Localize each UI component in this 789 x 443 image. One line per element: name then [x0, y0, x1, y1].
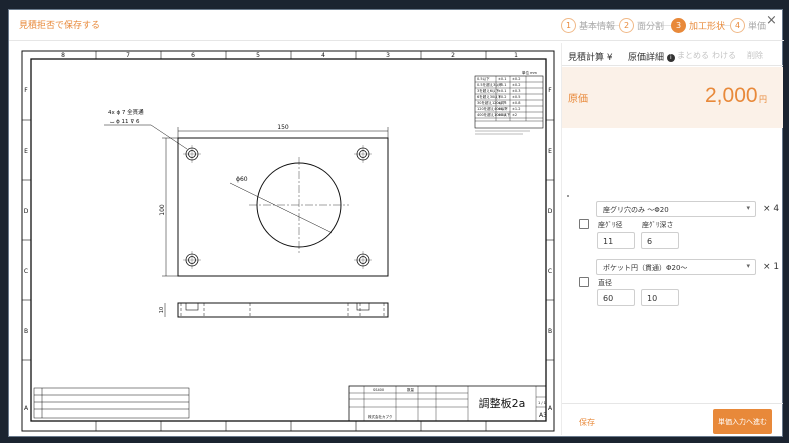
proceed-unit-price-button[interactable]: 単価入力へ進む: [713, 409, 772, 434]
svg-text:株式会社カブク: 株式会社カブク: [368, 414, 393, 419]
technical-drawing: 8 7 6 5 4 3 2 1 F E D C B A F E D C B A …: [18, 45, 559, 435]
tolerance-table: 単位 mm 0.5以下 ±0.1 ±0.2 0.5を超え3以下±0.1 ±0.2 3を…: [474, 70, 544, 135]
col-label: 6: [191, 52, 195, 59]
svg-text:±0.8: ±0.8: [512, 101, 521, 105]
col-label: 8: [61, 52, 65, 59]
svg-text:±0.3: ±0.3: [498, 101, 507, 105]
info-icon: i: [666, 54, 675, 62]
svg-text:0.5以下: 0.5以下: [477, 77, 490, 81]
shape-checkbox[interactable]: [579, 277, 589, 287]
depth-input[interactable]: 10: [641, 289, 679, 306]
chevron-down-icon: ▾: [746, 262, 750, 270]
svg-text:数量: 数量: [407, 387, 415, 392]
shape-multiplier: × 4: [763, 204, 780, 214]
estimate-panel: 見積計算 ¥ 原価詳細 i まとめる わける 削除 原価 2,000 円 座グリ…: [561, 43, 783, 435]
svg-text:±0.1: ±0.1: [498, 77, 507, 81]
svg-text:±2: ±2: [512, 113, 517, 117]
row-label: A: [24, 405, 29, 412]
col-label: 2: [451, 52, 455, 59]
svg-text:±0.2: ±0.2: [498, 95, 507, 99]
svg-text:A3: A3: [539, 412, 547, 419]
row-label: F: [548, 87, 552, 94]
close-icon[interactable]: ×: [766, 13, 777, 28]
cost-unit: 円: [759, 95, 767, 104]
save-as-rejected-link[interactable]: 見積拒否で保存する: [19, 18, 100, 31]
row-label: B: [548, 328, 552, 335]
row-label: D: [24, 208, 29, 215]
svg-text:±0.2: ±0.2: [512, 77, 521, 81]
part-title: 調整板2a: [479, 396, 526, 410]
estimate-modal: 見積拒否で保存する 1 基本情報 2 面分割 3 加工形状 4 単価 × 8 7…: [8, 9, 784, 437]
plate-side-view: 10: [159, 302, 389, 318]
save-button[interactable]: 保存: [579, 417, 595, 428]
cost-summary: 原価 2,000 円: [562, 67, 783, 128]
row-label: B: [24, 328, 28, 335]
panel-tabs: 見積計算 ¥ 原価詳細 i まとめる わける 削除: [562, 43, 783, 66]
svg-text:4x ϕ 7 全貫通: 4x ϕ 7 全貫通: [108, 108, 144, 116]
row-label: C: [24, 268, 28, 275]
panel-footer: 保存 単価入力へ進む: [562, 403, 783, 435]
marker-dot: [567, 195, 569, 197]
col-label: 5: [256, 52, 260, 59]
row-label: E: [24, 148, 28, 155]
svg-text:±0.5: ±0.5: [512, 95, 521, 99]
modal-header: 見積拒否で保存する 1 基本情報 2 面分割 3 加工形状 4 単価 ×: [9, 10, 784, 41]
svg-text:SS400: SS400: [373, 388, 384, 392]
shape-multiplier: × 1: [763, 262, 780, 272]
field-label-counterbore-depth: 座ｸﾞﾘ深さ: [642, 221, 674, 229]
field-label-counterbore-dia: 座ｸﾞﾘ径: [598, 221, 623, 229]
svg-text:±0.1: ±0.1: [498, 83, 507, 87]
hole-callout: 4x ϕ 7 全貫通 ⌴ ϕ 11 ⊽ 6: [104, 108, 188, 150]
svg-text:単位 mm: 単位 mm: [522, 70, 538, 75]
col-label: 1: [514, 52, 518, 59]
step-unit-price[interactable]: 4 単価: [730, 17, 766, 34]
row-label: C: [548, 268, 552, 275]
col-label: 7: [126, 52, 130, 59]
shape-checkbox[interactable]: [579, 219, 589, 229]
plate-top-view: 150 100 ϕ60: [159, 124, 389, 277]
shape-select-pocket[interactable]: ポケット円（貫通）Φ20～ ▾: [596, 259, 756, 275]
counterbore-dia-input[interactable]: 11: [597, 232, 635, 249]
cost-value: 2,000: [705, 84, 758, 107]
field-label-diameter: 直径: [598, 279, 612, 287]
delete-button[interactable]: 削除: [747, 50, 763, 61]
tab-estimate[interactable]: 見積計算 ¥: [568, 50, 613, 63]
row-label: D: [548, 208, 553, 215]
tab-cost-detail[interactable]: 原価詳細 i: [628, 50, 675, 63]
shape-select-counterbore[interactable]: 座グリ穴のみ ～Φ20 ▾: [596, 201, 756, 217]
col-label: 3: [386, 52, 390, 59]
svg-text:⌴ ϕ 11 ⊽ 6: ⌴ ϕ 11 ⊽ 6: [110, 119, 140, 125]
svg-text:±0.5: ±0.5: [498, 107, 507, 111]
svg-text:±0.2: ±0.2: [512, 83, 521, 87]
drawing-svg: 8 7 6 5 4 3 2 1 F E D C B A F E D C B A …: [21, 50, 555, 432]
cost-label: 原価: [568, 94, 588, 105]
col-label: 4: [321, 52, 325, 59]
dim-diameter-label: ϕ60: [236, 176, 248, 183]
step-basic-info[interactable]: 1 基本情報: [561, 17, 615, 34]
row-label: E: [548, 148, 552, 155]
svg-text:±1.2: ±1.2: [512, 107, 521, 111]
dim-height-label: 100: [159, 204, 166, 216]
svg-text:±0.8: ±0.8: [498, 113, 507, 117]
counterbore-depth-input[interactable]: 6: [641, 232, 679, 249]
step-face-split[interactable]: 2 面分割: [619, 17, 664, 34]
dim-width-label: 150: [277, 124, 289, 131]
svg-text:±0.3: ±0.3: [512, 89, 521, 93]
svg-text:1 / 1: 1 / 1: [538, 401, 546, 405]
svg-text:3を超え6以下: 3を超え6以下: [477, 88, 499, 93]
row-label: A: [548, 405, 553, 412]
revision-table: [33, 387, 190, 419]
diameter-input[interactable]: 60: [597, 289, 635, 306]
svg-text:±0.1: ±0.1: [498, 89, 507, 93]
dim-thickness-label: 10: [159, 307, 165, 313]
split-button[interactable]: わける: [712, 50, 736, 61]
chevron-down-icon: ▾: [746, 204, 750, 212]
title-block: SS400 数量 株式会社カブク 調整板2a 1 / 1 A3: [348, 385, 547, 422]
row-label: F: [24, 87, 28, 94]
step-machining-shape[interactable]: 3 加工形状: [671, 17, 725, 34]
merge-button[interactable]: まとめる: [677, 50, 709, 61]
